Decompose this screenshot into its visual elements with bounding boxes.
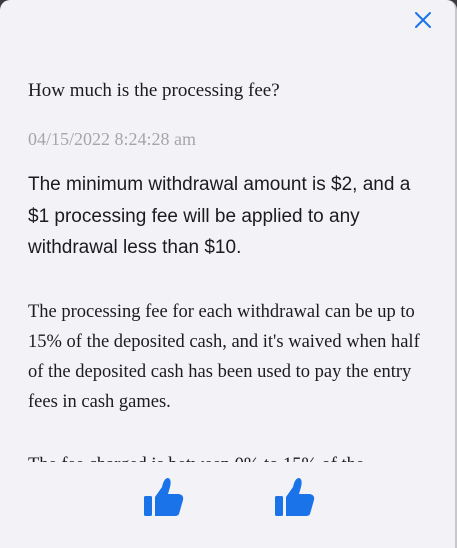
thumbs-down-button[interactable] [141, 474, 187, 520]
article-timestamp: 04/15/2022 8:24:28 am [28, 129, 196, 149]
article-content[interactable]: How much is the processing fee? 04/15/20… [28, 78, 428, 462]
close-icon [415, 12, 431, 28]
thumbs-down-icon [144, 478, 184, 516]
close-button[interactable] [412, 9, 434, 31]
article-paragraph: The fee charged is between 0% to 15% of … [28, 450, 428, 463]
article-paragraph: The processing fee for each withdrawal c… [28, 301, 420, 412]
article-question: How much is the processing fee? [28, 80, 280, 101]
thumbs-up-button[interactable] [272, 474, 318, 520]
article-lead-text: The minimum withdrawal amount is $2, and… [28, 174, 411, 258]
thumbs-up-icon [275, 478, 315, 516]
help-article-panel: How much is the processing fee? 04/15/20… [0, 0, 457, 548]
